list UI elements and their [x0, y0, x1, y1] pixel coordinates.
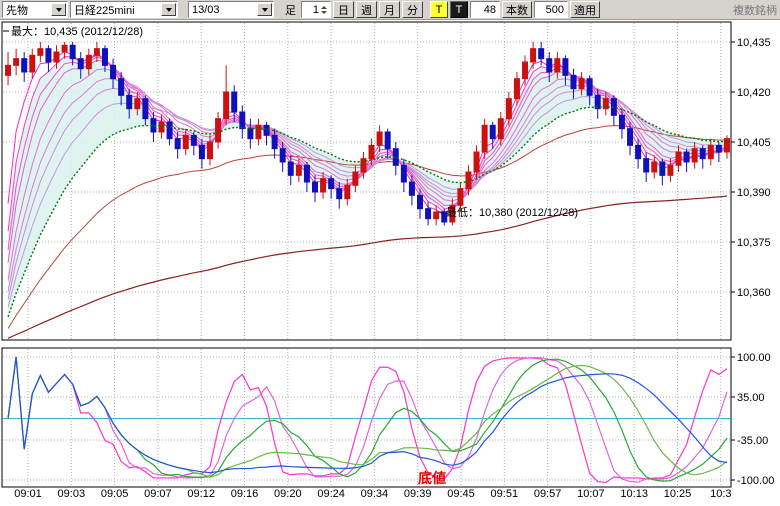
svg-text:09:03: 09:03: [58, 488, 86, 500]
contract-month-select[interactable]: 13/03: [188, 1, 274, 18]
period-month-button[interactable]: 月: [379, 1, 400, 18]
symbol-select-value: 日経225mini: [74, 2, 135, 18]
tick-count-value: 48: [484, 4, 496, 16]
instrument-select[interactable]: 先物: [2, 1, 68, 18]
svg-text:10,360: 10,360: [737, 287, 771, 299]
svg-text:10,435: 10,435: [737, 37, 771, 49]
svg-text:10,420: 10,420: [737, 87, 771, 99]
svg-text:10,375: 10,375: [737, 237, 771, 249]
svg-text:09:51: 09:51: [491, 488, 519, 500]
svg-text:09:39: 09:39: [404, 488, 432, 500]
interval-value: 1: [313, 4, 319, 16]
interval-input[interactable]: 1: [301, 1, 331, 18]
svg-text:10:07: 10:07: [577, 488, 605, 500]
chevron-down-icon[interactable]: [51, 3, 66, 16]
svg-text:09:12: 09:12: [187, 488, 215, 500]
svg-text:10,390: 10,390: [737, 187, 771, 199]
bar-count-value: 500: [546, 4, 564, 16]
interval-spinner[interactable]: [321, 5, 327, 15]
svg-text:09:07: 09:07: [144, 488, 172, 500]
chevron-down-icon[interactable]: [161, 3, 176, 16]
svg-text:09:34: 09:34: [361, 488, 389, 500]
svg-text:最大：10,435 (2012/12/28): 最大：10,435 (2012/12/28): [11, 24, 143, 38]
svg-text:09:20: 09:20: [274, 488, 302, 500]
svg-text:09:24: 09:24: [317, 488, 345, 500]
contract-month-select-value: 13/03: [192, 4, 220, 16]
multi-symbol-label[interactable]: 複数銘柄: [733, 2, 778, 18]
tick-count-input[interactable]: 48: [470, 1, 500, 18]
tick-mode-alt-button[interactable]: T: [450, 1, 468, 18]
period-day-button[interactable]: 日: [333, 1, 354, 18]
bar-count-input[interactable]: 500: [534, 1, 568, 18]
period-week-button[interactable]: 週: [356, 1, 377, 18]
chart-area[interactable]: 09:01 09:03 09:05 09:07 09:12 09:16 09:20 09:24…: [0, 0, 780, 501]
svg-text:09:57: 09:57: [534, 488, 562, 500]
svg-text:09:01: 09:01: [14, 488, 42, 500]
svg-text:09:16: 09:16: [231, 488, 259, 500]
toolbar: 先物 日経225mini 13/03 足 1 日 週 月 分 T T 48 本数…: [0, 0, 780, 20]
svg-text:10,405: 10,405: [737, 137, 771, 149]
period-minute-button[interactable]: 分: [402, 1, 423, 18]
svg-text:10:3: 10:3: [710, 488, 731, 500]
svg-text:09:05: 09:05: [101, 488, 129, 500]
svg-text:35.00: 35.00: [737, 392, 765, 404]
bar-type-label: 足: [282, 2, 299, 18]
svg-text:最低：10,380 (2012/12/28): 最低：10,380 (2012/12/28): [446, 206, 578, 219]
chevron-down-icon[interactable]: [257, 3, 272, 16]
svg-text:09:45: 09:45: [447, 488, 475, 500]
svg-text:-100.00: -100.00: [737, 475, 774, 487]
tick-mode-button[interactable]: T: [430, 1, 448, 18]
apply-button[interactable]: 適用: [570, 1, 600, 18]
svg-text:10:25: 10:25: [664, 488, 692, 500]
svg-text:-35.00: -35.00: [737, 435, 768, 447]
price-oscillator-chart[interactable]: 09:01 09:03 09:05 09:07 09:12 09:16 09:20 09:24…: [0, 0, 780, 501]
symbol-select[interactable]: 日経225mini: [70, 1, 178, 18]
svg-text:底値: 底値: [418, 470, 446, 486]
svg-text:100.00: 100.00: [737, 352, 771, 364]
svg-text:10:13: 10:13: [620, 488, 648, 500]
instrument-select-value: 先物: [6, 2, 28, 18]
bar-count-button[interactable]: 本数: [502, 1, 532, 18]
